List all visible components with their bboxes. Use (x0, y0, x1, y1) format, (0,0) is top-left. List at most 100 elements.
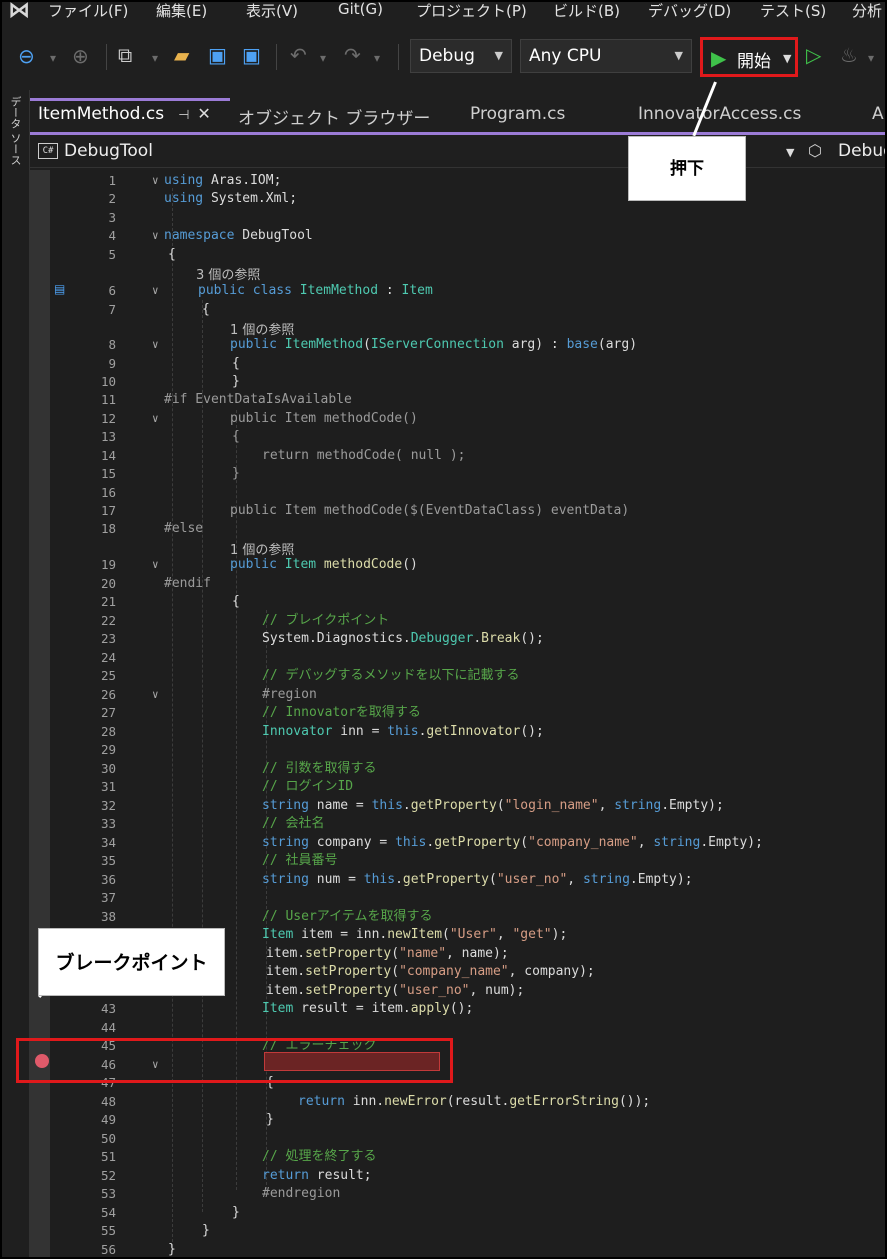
code-line[interactable]: 34 string company = this.getProperty("com… (30, 834, 885, 853)
redo-dropdown-icon[interactable]: ▾ (374, 48, 380, 68)
menu-build[interactable]: ビルド(B) (553, 2, 620, 21)
code-line[interactable]: 19 ∨ public Item methodCode() (30, 556, 885, 575)
code-line[interactable]: 38 // Userアイテムを取得する (30, 908, 885, 927)
data-sources-tab[interactable]: データ ソース (7, 96, 23, 166)
fold-toggle-icon[interactable]: ∨ (152, 556, 159, 574)
start-without-debug-icon[interactable]: ▷ (806, 45, 821, 65)
save-icon[interactable]: ▣ (208, 45, 227, 65)
fold-toggle-icon[interactable]: ∨ (152, 282, 159, 300)
project-selector[interactable]: DebugTool (64, 141, 153, 161)
start-debugging-button[interactable]: ▶ 開始 ▼ (700, 37, 798, 77)
configuration-select[interactable]: Debug ▼ (410, 39, 512, 73)
menu-debug[interactable]: デバッグ(D) (648, 2, 731, 21)
code-line[interactable]: 12 ∨ public Item methodCode() (30, 410, 885, 429)
close-icon[interactable]: ✕ (197, 104, 210, 123)
menu-analyze[interactable]: 分析 (852, 2, 882, 21)
code-line[interactable]: 25 // デバッグするメソッドを以下に記載する (30, 667, 885, 686)
code-line[interactable]: 23 System.Diagnostics.Debugger.Break(); (30, 630, 885, 649)
fold-toggle-icon[interactable]: ∨ (152, 410, 159, 428)
code-line[interactable]: 48 return inn.newError(result.getErrorStr… (30, 1093, 885, 1112)
new-project-dropdown-icon[interactable]: ▾ (152, 48, 158, 68)
code-line[interactable]: 33 // 会社名 (30, 815, 885, 834)
code-line[interactable]: 21 { (30, 593, 885, 612)
code-line[interactable]: 2 using System.Xml; (30, 190, 885, 209)
fold-toggle-icon[interactable]: ∨ (152, 172, 159, 190)
code-line[interactable]: 35 // 社員番号 (30, 852, 885, 871)
tab-program[interactable]: Program.cs (462, 98, 630, 132)
code-line[interactable]: 31 // ログインID (30, 778, 885, 797)
code-line[interactable]: 56} (30, 1241, 885, 1257)
code-line[interactable]: 1 ∨ using Aras.IOM; (30, 172, 885, 191)
save-all-icon[interactable]: ▣ (242, 45, 261, 65)
code-line[interactable]: 26 ∨ #region (30, 686, 885, 705)
open-folder-icon[interactable]: ▰ (174, 45, 189, 65)
code-line[interactable]: 9{ (30, 355, 885, 374)
line-number: 18 (100, 521, 116, 536)
code-line[interactable]: 32 string name = this.getProperty("login_… (30, 797, 885, 816)
menu-git[interactable]: Git(G) (338, 2, 383, 18)
code-line[interactable]: 6 ∨ public class ItemMethod : Item (30, 282, 885, 301)
code-line[interactable]: 30 // 引数を取得する (30, 760, 885, 779)
code-line[interactable]: 36 string num = this.getProperty("user_no… (30, 871, 885, 890)
code-line[interactable]: 7{ (30, 301, 885, 320)
tab-object-browser[interactable]: オブジェクト ブラウザー (230, 98, 456, 132)
tab-itemmethod[interactable]: ItemMethod.cs ⊣ ✕ (30, 98, 230, 132)
code-line[interactable]: 16 (30, 484, 885, 503)
code-line[interactable]: 49} (30, 1111, 885, 1130)
code-line[interactable]: 15} (30, 465, 885, 484)
code-line[interactable]: 51 // 処理を終了する (30, 1148, 885, 1167)
back-dropdown-icon[interactable]: ▾ (50, 48, 56, 68)
code-line[interactable]: 14 return methodCode( null ); (30, 447, 885, 466)
code-line[interactable]: 55} (30, 1222, 885, 1241)
redo-icon[interactable]: ↷ (344, 45, 361, 65)
code-line[interactable]: 50 (30, 1130, 885, 1149)
undo-dropdown-icon[interactable]: ▾ (320, 48, 326, 68)
code-line[interactable]: 53 #endregion (30, 1185, 885, 1204)
code-line[interactable]: 11 #if EventDataIsAvailable (30, 391, 885, 410)
code-line[interactable]: 43 Item result = item.apply(); (30, 1000, 885, 1019)
code-line[interactable]: 28 Innovator inn = this.getInnovator(); (30, 723, 885, 742)
pin-icon[interactable]: ⊣ (178, 108, 189, 123)
fold-toggle-icon[interactable]: ∨ (152, 336, 159, 354)
code-line[interactable]: 5{ (30, 246, 885, 265)
back-icon[interactable]: ⊖ (18, 46, 35, 66)
reference-count-lens[interactable]: 1 個の参照 (230, 319, 294, 338)
code-line[interactable]: 29 (30, 741, 885, 760)
code-line[interactable]: 4 ∨ namespace DebugTool (30, 227, 885, 246)
menu-edit[interactable]: 編集(E) (156, 2, 207, 21)
chevron-down-icon[interactable]: ▼ (786, 146, 794, 159)
code-line[interactable]: 44 (30, 1019, 885, 1038)
code-line[interactable]: 37 (30, 889, 885, 908)
forward-icon[interactable]: ⊕ (72, 46, 89, 66)
code-editor[interactable]: 1 ∨ using Aras.IOM; 2 using System.Xml; 3 4 ∨ na… (30, 170, 885, 1257)
code-line[interactable]: 52 return result; (30, 1167, 885, 1186)
hot-reload-dropdown-icon[interactable]: ▾ (868, 48, 874, 68)
fold-toggle-icon[interactable]: ∨ (152, 227, 159, 245)
menu-test[interactable]: テスト(S) (760, 2, 826, 21)
code-line[interactable]: 54} (30, 1204, 885, 1223)
tab-overflow[interactable]: A (866, 98, 885, 132)
code-line[interactable]: 10} (30, 373, 885, 392)
hot-reload-icon[interactable]: ♨ (840, 45, 858, 65)
member-selector[interactable]: DebugTool.ItemMethod (838, 141, 885, 161)
fold-toggle-icon[interactable]: ∨ (152, 686, 159, 704)
menu-project[interactable]: プロジェクト(P) (416, 2, 527, 21)
code-line[interactable]: 18 #else (30, 520, 885, 539)
code-line[interactable]: 20 #endif (30, 575, 885, 594)
code-line[interactable]: 22 // ブレイクポイント (30, 612, 885, 631)
reference-count-lens[interactable]: 3 個の参照 (196, 264, 260, 283)
code-line[interactable]: 24 (30, 649, 885, 668)
tab-innovator-access[interactable]: InnovatorAccess.cs (630, 98, 862, 132)
code-line[interactable]: 17 public Item methodCode($(EventDataClas… (30, 502, 885, 521)
new-project-icon[interactable]: ⧉ (118, 45, 132, 65)
chevron-down-icon[interactable]: ▼ (783, 52, 791, 65)
code-line[interactable]: 8 ∨ public ItemMethod(IServerConnection ar… (30, 336, 885, 355)
code-line[interactable]: 3 (30, 209, 885, 228)
platform-select[interactable]: Any CPU ▼ (520, 39, 692, 73)
code-line[interactable]: 27 // Innovatorを取得する (30, 704, 885, 723)
menu-file[interactable]: ファイル(F) (48, 2, 128, 21)
undo-icon[interactable]: ↶ (290, 45, 307, 65)
code-line[interactable]: 13 { (30, 428, 885, 447)
reference-count-lens[interactable]: 1 個の参照 (230, 539, 294, 558)
menu-view[interactable]: 表示(V) (246, 2, 298, 21)
